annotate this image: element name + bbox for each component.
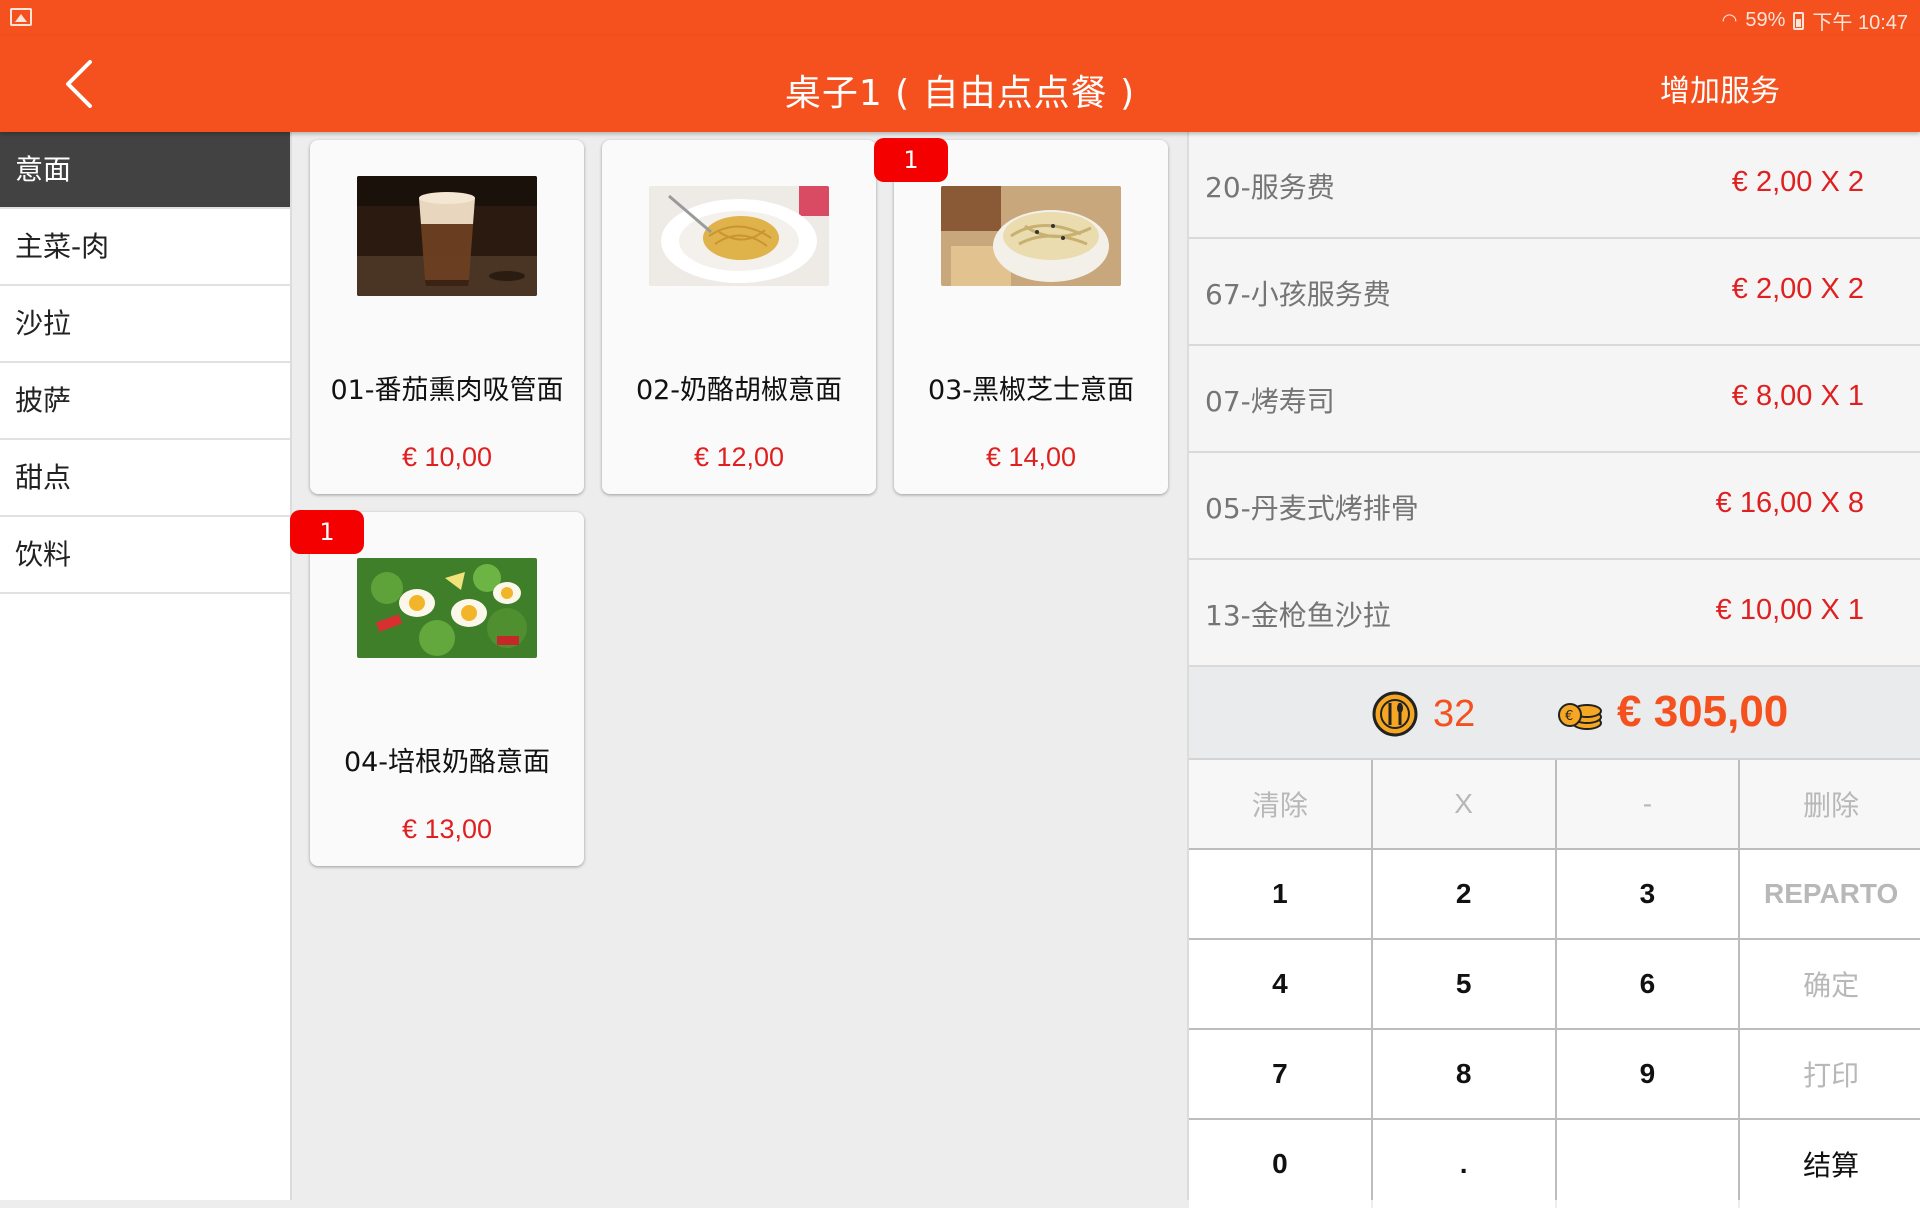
- product-price: € 12,00: [693, 442, 785, 472]
- order-item-price: € 16,00 X 8: [1715, 487, 1864, 519]
- quantity-badge: 1: [290, 510, 364, 554]
- app-bar: 桌子1 ( 自由点点餐 ) 增加服务: [0, 36, 1920, 132]
- keypad: 清除 X - 删除 1 2 3 REPARTO 4 5 6 确定 7 8 9 打…: [1189, 760, 1920, 1208]
- category-item-pizza[interactable]: 披萨: [0, 363, 290, 440]
- order-item-name: 05-丹麦式烤排骨: [1205, 492, 1419, 525]
- digit-key-1[interactable]: 1: [1189, 850, 1371, 938]
- product-image-egg-salad: [357, 558, 537, 658]
- blank-key[interactable]: [1556, 1120, 1739, 1208]
- product-grid: 01-番茄熏肉吸管面 € 10,00 02-奶酪胡椒意面 € 12,00 1 0…: [290, 138, 1170, 1190]
- product-price: € 13,00: [401, 814, 493, 844]
- product-image-coffee: [357, 176, 537, 296]
- order-item-name: 13-金枪鱼沙拉: [1205, 599, 1391, 632]
- order-row[interactable]: 05-丹麦式烤排骨 € 16,00 X 8: [1189, 453, 1920, 560]
- svg-text:€: €: [1565, 709, 1573, 724]
- digit-key-6[interactable]: 6: [1556, 940, 1739, 1028]
- product-name: 02-奶酪胡椒意面: [635, 375, 843, 406]
- category-item-pasta[interactable]: 意面: [0, 132, 290, 209]
- order-row[interactable]: 67-小孩服务费 € 2,00 X 2: [1189, 239, 1920, 346]
- product-name: 01-番茄熏肉吸管面: [330, 375, 564, 406]
- checkout-key[interactable]: 结算: [1740, 1120, 1920, 1208]
- order-item-price: € 2,00 X 2: [1731, 273, 1864, 305]
- category-item-drinks[interactable]: 饮料: [0, 517, 290, 594]
- order-item-price: € 10,00 X 1: [1715, 594, 1864, 626]
- coins-icon: €: [1558, 703, 1602, 730]
- digit-key-4[interactable]: 4: [1189, 940, 1371, 1028]
- status-bar: ◠ 59% 下午 10:47: [0, 0, 1920, 36]
- clock: 下午 10:47: [1812, 12, 1908, 34]
- order-row[interactable]: 07-烤寿司 € 8,00 X 1: [1189, 346, 1920, 453]
- product-card[interactable]: 1 03-黑椒芝士意面 € 14,00: [874, 138, 1168, 494]
- digit-key-3[interactable]: 3: [1556, 850, 1739, 938]
- category-sidebar: 意面 主菜-肉 沙拉 披萨 甜点 饮料: [0, 132, 292, 1200]
- order-summary: 32 € € 305,00: [1189, 667, 1920, 760]
- clear-key[interactable]: 清除: [1189, 760, 1371, 848]
- order-item-price: € 2,00 X 2: [1731, 166, 1864, 198]
- item-count: 32: [1433, 693, 1476, 735]
- digit-key-8[interactable]: 8: [1372, 1030, 1555, 1118]
- multiply-key[interactable]: X: [1372, 760, 1555, 848]
- battery-icon: [1793, 11, 1805, 30]
- product-price: € 10,00: [401, 442, 493, 472]
- product-image-spaghetti: [649, 186, 829, 286]
- quantity-badge: 1: [874, 138, 948, 182]
- product-card[interactable]: 01-番茄熏肉吸管面 € 10,00: [310, 140, 584, 494]
- category-item-dessert[interactable]: 甜点: [0, 440, 290, 517]
- order-row[interactable]: 13-金枪鱼沙拉 € 10,00 X 1: [1189, 560, 1920, 667]
- order-panel: 20-服务费 € 2,00 X 2 67-小孩服务费 € 2,00 X 2 07…: [1187, 132, 1920, 1208]
- order-total: € 305,00: [1617, 687, 1789, 736]
- digit-key-2[interactable]: 2: [1372, 850, 1555, 938]
- category-item-salad[interactable]: 沙拉: [0, 286, 290, 363]
- order-item-name: 67-小孩服务费: [1205, 278, 1391, 311]
- status-bar-right: ◠ 59% 下午 10:47: [1722, 6, 1908, 35]
- order-item-name: 07-烤寿司: [1205, 385, 1335, 418]
- digit-key-5[interactable]: 5: [1372, 940, 1555, 1028]
- page-title: 桌子1 ( 自由点点餐 ): [784, 73, 1136, 114]
- reparto-key[interactable]: REPARTO: [1740, 850, 1920, 938]
- digit-key-0[interactable]: 0: [1189, 1120, 1371, 1208]
- product-card[interactable]: 02-奶酪胡椒意面 € 12,00: [602, 140, 876, 494]
- category-item-meat[interactable]: 主菜-肉: [0, 209, 290, 286]
- order-row[interactable]: 20-服务费 € 2,00 X 2: [1189, 132, 1920, 239]
- add-service-button[interactable]: 增加服务: [1660, 66, 1780, 110]
- digit-key-9[interactable]: 9: [1556, 1030, 1739, 1118]
- product-image-pasta-bowl: [941, 186, 1121, 286]
- product-card[interactable]: 1 04-培根奶酪意面 € 13,00: [290, 510, 584, 866]
- digit-key-7[interactable]: 7: [1189, 1030, 1371, 1118]
- delete-key[interactable]: 删除: [1740, 760, 1920, 848]
- cutlery-icon: [1372, 691, 1418, 737]
- battery-percent: 59%: [1745, 9, 1786, 31]
- confirm-key[interactable]: 确定: [1740, 940, 1920, 1028]
- product-name: 04-培根奶酪意面: [343, 747, 551, 778]
- product-name: 03-黑椒芝士意面: [927, 375, 1135, 406]
- order-item-name: 20-服务费: [1205, 171, 1335, 204]
- product-price: € 14,00: [985, 442, 1077, 472]
- gallery-icon: [10, 8, 32, 26]
- wifi-icon: ◠: [1721, 10, 1738, 30]
- print-key[interactable]: 打印: [1740, 1030, 1920, 1118]
- order-item-price: € 8,00 X 1: [1731, 380, 1864, 412]
- minus-key[interactable]: -: [1556, 760, 1739, 848]
- decimal-key[interactable]: .: [1372, 1120, 1555, 1208]
